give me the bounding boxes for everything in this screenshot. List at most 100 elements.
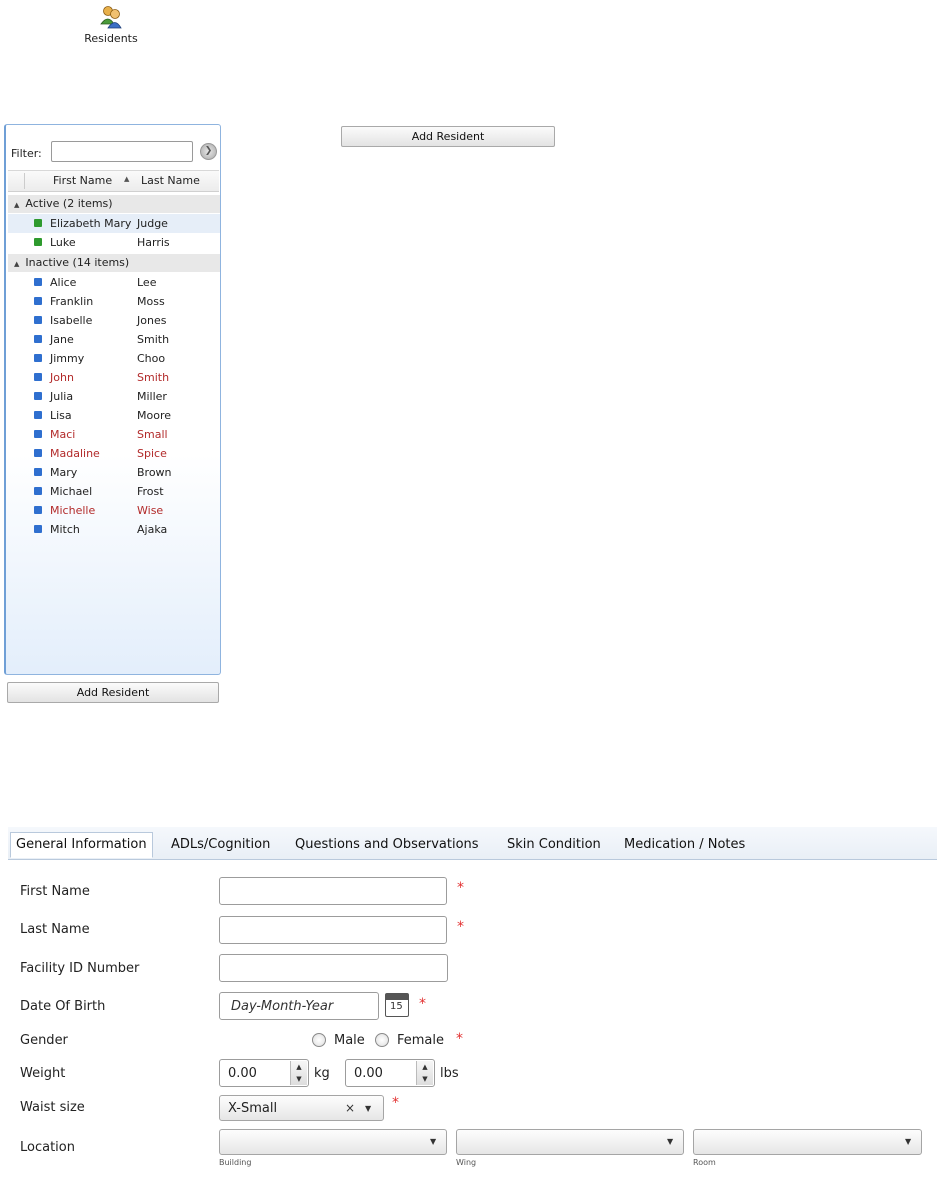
weight-lbs-stepper[interactable]: 0.00 ▲ ▼ [345,1059,435,1087]
list-item[interactable]: Madaline Spice [8,444,220,463]
status-icon [34,506,42,514]
last-name-cell: Smith [137,371,170,384]
status-icon [34,335,42,343]
gender-male-radio[interactable] [312,1033,326,1047]
unit-lbs-label: lbs [440,1066,459,1081]
filter-go-icon[interactable]: ❯ [200,143,217,160]
chevron-down-icon[interactable]: ▼ [430,1137,436,1146]
add-resident-button[interactable]: Add Resident [341,126,555,147]
gender-female-label[interactable]: Female [397,1033,444,1048]
first-name-cell: Julia [50,390,74,403]
date-of-birth-placeholder: Day-Month-Year [231,999,334,1014]
first-name-cell: Madaline [50,447,100,460]
list-item[interactable]: Isabelle Jones [8,311,220,330]
first-name-cell: Maci [50,428,76,441]
chevron-down-icon[interactable]: ▼ [365,1104,371,1113]
wing-caption: Wing [456,1158,477,1167]
last-name-field[interactable] [219,916,447,944]
list-item[interactable]: Jane Smith [8,330,220,349]
status-icon [34,238,42,246]
spin-buttons[interactable]: ▲ ▼ [290,1061,307,1085]
gender-label: Gender [20,1033,68,1048]
filter-input[interactable] [51,141,193,162]
status-icon [34,411,42,419]
add-resident-bottom-button[interactable]: Add Resident [7,682,219,703]
clear-icon[interactable]: × [345,1101,355,1115]
list-item[interactable]: John Smith [8,368,220,387]
filter-label: Filter: [11,147,42,160]
spin-buttons[interactable]: ▲ ▼ [416,1061,433,1085]
list-item[interactable]: Luke Harris [8,233,220,252]
room-select[interactable]: ▼ [693,1129,922,1155]
first-name-cell: Elizabeth Mary [50,217,132,230]
location-label: Location [20,1140,75,1155]
chevron-down-icon[interactable]: ▼ [905,1137,911,1146]
chevron-down-icon[interactable]: ▼ [667,1137,673,1146]
column-last-name[interactable]: Last Name [141,174,200,187]
weight-kg-stepper[interactable]: 0.00 ▲ ▼ [219,1059,309,1087]
building-select[interactable]: ▼ [219,1129,447,1155]
column-first-name[interactable]: First Name [53,174,112,187]
last-name-cell: Small [137,428,168,441]
list-item[interactable]: Mary Brown [8,463,220,482]
tab-questions-observations[interactable]: Questions and Observations [295,833,479,859]
last-name-cell: Harris [137,236,170,249]
group-active[interactable]: ▲ Active (2 items) [8,195,220,213]
list-item[interactable]: Julia Miller [8,387,220,406]
required-mark: * [456,1031,463,1047]
last-name-cell: Moore [137,409,171,422]
wing-select[interactable]: ▼ [456,1129,684,1155]
date-of-birth-field[interactable]: Day-Month-Year [219,992,379,1020]
status-icon [34,278,42,286]
last-name-cell: Spice [137,447,167,460]
filter-row: Filter: ❯ [9,141,219,165]
list-item[interactable]: Michelle Wise [8,501,220,520]
group-label: Inactive (14 items) [25,256,130,269]
list-item[interactable]: Jimmy Choo [8,349,220,368]
status-icon [34,392,42,400]
group-label: Active (2 items) [25,197,113,210]
weight-kg-value: 0.00 [228,1066,257,1081]
weight-lbs-value: 0.00 [354,1066,383,1081]
collapse-icon[interactable]: ▲ [14,201,19,209]
tab-medication-notes[interactable]: Medication / Notes [624,833,745,859]
last-name-cell: Frost [137,485,164,498]
first-name-cell: Franklin [50,295,94,308]
status-icon [34,449,42,457]
tab-general-information[interactable]: General Information [10,832,153,858]
status-icon [34,354,42,362]
first-name-cell: Lisa [50,409,72,422]
tab-skin-condition[interactable]: Skin Condition [507,833,601,859]
last-name-cell: Moss [137,295,165,308]
calendar-icon[interactable]: 15 [385,993,409,1017]
last-name-cell: Wise [137,504,164,517]
list-item[interactable]: Franklin Moss [8,292,220,311]
list-item[interactable]: Mitch Ajaka [8,520,220,539]
last-name-cell: Smith [137,333,170,346]
list-item[interactable]: Maci Small [8,425,220,444]
status-icon [34,373,42,381]
gender-female-radio[interactable] [375,1033,389,1047]
first-name-field[interactable] [219,877,447,905]
waist-size-select[interactable]: X-Small × ▼ [219,1095,384,1121]
collapse-icon[interactable]: ▲ [14,260,19,268]
status-icon [34,487,42,495]
last-name-cell: Choo [137,352,166,365]
required-mark: * [457,919,464,935]
residents-app-button[interactable]: Residents [80,4,142,45]
gender-male-label[interactable]: Male [334,1033,365,1048]
weight-label: Weight [20,1066,66,1081]
first-name-cell: Jimmy [50,352,85,365]
facility-id-field[interactable] [219,954,448,982]
waist-size-label: Waist size [20,1100,85,1115]
list-item[interactable]: Lisa Moore [8,406,220,425]
last-name-cell: Jones [137,314,167,327]
tab-adls-cognition[interactable]: ADLs/Cognition [171,833,270,859]
list-item[interactable]: Alice Lee [8,273,220,292]
group-inactive[interactable]: ▲ Inactive (14 items) [8,254,220,272]
list-item[interactable]: Michael Frost [8,482,220,501]
list-item[interactable]: Elizabeth Mary Judge [8,214,220,233]
column-separator [24,173,25,189]
calendar-day: 15 [390,1001,403,1012]
sort-ascending-icon: ▲ [124,175,130,183]
